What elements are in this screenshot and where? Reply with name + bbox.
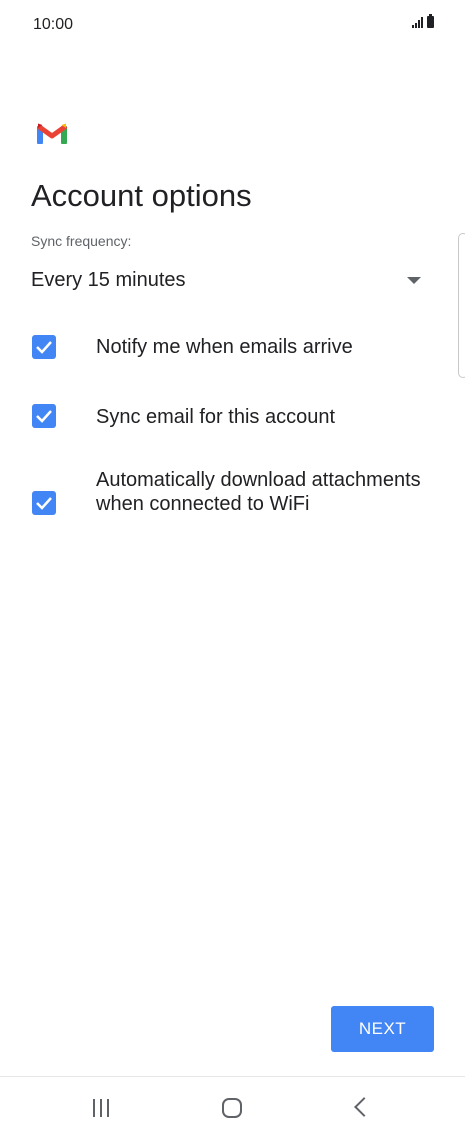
- notify-label: Notify me when emails arrive: [96, 336, 353, 358]
- next-button[interactable]: NEXT: [331, 1006, 434, 1052]
- sync-email-option[interactable]: Sync email for this account: [31, 403, 431, 429]
- auto-download-checkbox[interactable]: [32, 491, 56, 515]
- gmail-logo-icon: [37, 123, 67, 144]
- back-icon[interactable]: [354, 1097, 374, 1117]
- scrollbar[interactable]: [458, 233, 465, 378]
- battery-icon: [427, 14, 434, 28]
- sync-frequency-value: Every 15 minutes: [31, 269, 186, 291]
- auto-download-label: Automatically download attachments when …: [96, 469, 421, 515]
- status-time: 10:00: [33, 16, 74, 33]
- sync-frequency-dropdown[interactable]: Every 15 minutes: [31, 266, 423, 300]
- status-bar: 10:00: [0, 0, 465, 50]
- notify-option[interactable]: Notify me when emails arrive: [31, 334, 431, 360]
- sync-email-checkbox[interactable]: [32, 404, 56, 428]
- sync-frequency-label: Sync frequency:: [31, 233, 132, 249]
- checkmark-icon: [36, 341, 52, 354]
- navigation-bar: [0, 1076, 465, 1138]
- recent-apps-icon[interactable]: [93, 1099, 109, 1117]
- checkmark-icon: [36, 497, 52, 510]
- page-title: Account options: [31, 178, 252, 213]
- sync-email-label: Sync email for this account: [96, 406, 335, 428]
- status-icons: [412, 14, 434, 28]
- auto-download-option[interactable]: Automatically download attachments when …: [31, 468, 431, 543]
- home-icon[interactable]: [222, 1098, 242, 1118]
- dropdown-arrow-icon: [407, 277, 421, 284]
- notify-checkbox[interactable]: [32, 335, 56, 359]
- signal-icon: [412, 16, 423, 28]
- checkmark-icon: [36, 410, 52, 423]
